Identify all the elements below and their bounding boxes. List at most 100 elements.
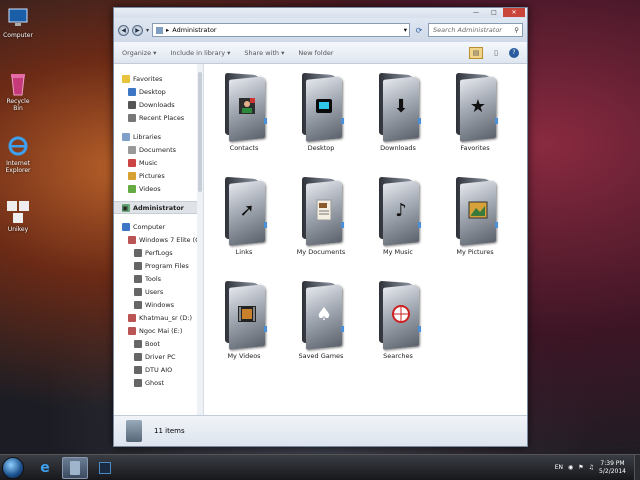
nav-label: Windows [145,300,175,309]
nav-label: PerfLogs [145,248,173,257]
nav-item-recent-places[interactable]: Recent Places [122,111,203,124]
search-input[interactable]: Search Administrator ⚲ [428,23,523,37]
folder-saved-games[interactable]: ♠ Saved Games [284,280,358,360]
folder-my-videos[interactable]: My Videos [207,280,281,360]
search-icon: ⚲ [514,26,519,34]
nav-item-tools[interactable]: Tools [122,272,203,285]
address-bar[interactable]: ▸ Administrator ▾ [152,23,411,37]
nav-item-dtu-aio[interactable]: DTU AIO [122,363,203,376]
nav-label: Tools [145,274,162,283]
taskbar-ie-button[interactable]: e [32,457,58,479]
preview-pane-icon[interactable]: ▯ [489,47,503,59]
desktop-icon-unikey[interactable]: Unikey [2,200,34,233]
forward-button[interactable]: ▶ [132,24,143,36]
drive-icon [128,313,136,322]
video-icon [234,302,260,326]
nav-scroll-thumb[interactable] [198,72,202,192]
folder-my-documents[interactable]: My Documents [284,176,358,256]
clock-time: 7:39 PM [600,459,625,467]
music-note-icon: ♪ [395,199,407,221]
download-arrow-icon: ⬇ [393,95,409,117]
nav-label: Khatmau_sr (D:) [139,313,192,322]
nav-item-boot[interactable]: Boot [122,337,203,350]
nav-item-libraries[interactable]: Libraries [122,130,203,143]
address-path[interactable]: Administrator [172,26,216,34]
folder-my-music[interactable]: ♪ My Music [361,176,435,256]
nav-item-driver-pc[interactable]: Driver PC [122,350,203,363]
language-indicator[interactable]: EN [555,464,563,471]
desktop-icon-ie[interactable]: Internet Explorer [2,134,34,174]
refresh-icon[interactable]: ⟳ [413,26,425,35]
change-view-icon[interactable]: ▤ [469,46,483,59]
nav-item-videos[interactable]: Videos [122,182,203,195]
nav-item-favorites[interactable]: Favorites [122,72,203,85]
nav-item-drive-c[interactable]: Windows 7 Elite (C:) [122,233,203,246]
drive-icon [128,326,136,335]
libraries-icon [122,132,130,141]
nav-item-users[interactable]: Users [122,285,203,298]
share-with-button[interactable]: Share with ▾ [244,49,284,57]
help-icon[interactable]: ? [509,47,519,58]
organize-button[interactable]: Organize ▾ [122,49,156,57]
nav-item-computer[interactable]: Computer [122,220,203,233]
explorer-window: — □ ✕ ◀ ▶ ▾ ▸ Administrator ▾ ⟳ Search A… [113,7,528,447]
desktop-icon-computer[interactable]: Computer [2,6,34,39]
minimize-button[interactable]: — [469,8,483,17]
folder-desktop[interactable]: Desktop [284,72,358,152]
nav-label: Libraries [133,132,162,141]
nav-item-drive-d[interactable]: Khatmau_sr (D:) [122,311,203,324]
nav-item-downloads[interactable]: Downloads [122,98,203,111]
nav-item-music[interactable]: Music [122,156,203,169]
network-icon[interactable]: ◉ [568,464,573,471]
folder-icon [134,339,142,348]
address-dropdown-icon[interactable]: ▾ [404,26,409,34]
nav-label: DTU AIO [145,365,173,374]
new-folder-button[interactable]: New folder [298,49,333,57]
folder-icon [134,287,142,296]
nav-item-drive-e[interactable]: Ngoc Mai (E:) [122,324,203,337]
desktop-label: Internet Explorer [5,160,31,175]
media-player-icon [99,461,111,474]
nav-item-administrator[interactable]: ▣ Administrator [114,201,203,214]
computer-icon [122,222,130,231]
folder-my-pictures[interactable]: My Pictures [438,176,512,256]
taskbar-explorer-button[interactable] [62,456,88,479]
pictures-icon [128,171,136,180]
folder-label: My Music [382,248,413,256]
nav-item-ghost[interactable]: Ghost [122,376,203,389]
title-bar[interactable]: — □ ✕ [114,8,527,18]
recent-places-icon [128,113,136,122]
include-in-library-button[interactable]: Include in library ▾ [170,49,230,57]
navigation-pane: Favorites Desktop Downloads Recent Place… [114,64,204,415]
file-list: Contacts Desktop ⬇ Downloads ★ Favorites [204,64,527,415]
address-arrow-icon[interactable]: ▸ [166,26,169,34]
folder-favorites[interactable]: ★ Favorites [438,72,512,152]
unikey-icon [6,200,30,224]
folder-label: Searches [383,352,413,360]
nav-item-documents[interactable]: Documents [122,143,203,156]
spade-icon: ♠ [315,303,333,325]
nav-scrollbar[interactable] [197,64,203,415]
nav-item-desktop[interactable]: Desktop [122,85,203,98]
action-center-icon[interactable]: ⚑ [578,464,583,471]
taskbar-media-button[interactable] [92,457,118,479]
nav-label: Users [145,287,164,296]
documents-icon [128,145,136,154]
history-dropdown-icon[interactable]: ▾ [146,27,149,34]
nav-item-pictures[interactable]: Pictures [122,169,203,182]
folder-downloads[interactable]: ⬇ Downloads [361,72,435,152]
nav-item-windows[interactable]: Windows [122,298,203,311]
folder-searches[interactable]: Searches [361,280,435,360]
start-button[interactable] [2,456,24,479]
volume-icon[interactable]: ♫ [589,464,594,471]
folder-contacts[interactable]: Contacts [207,72,281,152]
clock[interactable]: 7:39 PM 5/2/2014 [599,460,626,476]
show-desktop-button[interactable] [634,454,640,480]
folder-links[interactable]: ➚ Links [207,176,281,256]
nav-item-perflogs[interactable]: PerfLogs [122,246,203,259]
back-button[interactable]: ◀ [118,24,129,36]
desktop-icon-recycle-bin[interactable]: Recycle Bin [2,72,34,112]
maximize-button[interactable]: □ [487,8,501,17]
nav-item-program-files[interactable]: Program Files [122,259,203,272]
close-button[interactable]: ✕ [503,8,525,17]
